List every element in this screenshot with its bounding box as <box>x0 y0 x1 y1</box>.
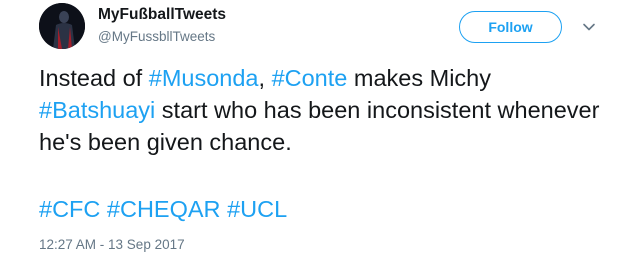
tweet-text: Instead of #Musonda, #Conte makes Michy … <box>39 62 619 158</box>
hashtag-link[interactable]: #CHEQAR <box>107 196 221 222</box>
hashtag-link[interactable]: #Batshuayi <box>39 97 155 123</box>
profile-photo-icon <box>39 3 85 49</box>
avatar[interactable] <box>39 3 85 49</box>
text-segment: makes Michy <box>347 65 491 91</box>
follow-button[interactable]: Follow <box>459 11 562 43</box>
author-name[interactable]: MyFußballTweets <box>98 6 226 24</box>
hashtag-link[interactable]: #CFC <box>39 196 100 222</box>
hashtag-link[interactable]: #Musonda <box>149 65 259 91</box>
timestamp[interactable]: 12:27 AM - 13 Sep 2017 <box>39 237 185 252</box>
hashtag-link[interactable]: #Conte <box>272 65 348 91</box>
text-segment: , <box>258 65 272 91</box>
tweet-card: MyFußballTweets @MyFussbllTweets Follow … <box>0 0 637 270</box>
hashtag-line: #CFC #CHEQAR #UCL <box>39 193 287 225</box>
text-segment: Instead of <box>39 65 149 91</box>
chevron-down-icon[interactable] <box>582 20 596 34</box>
author-handle[interactable]: @MyFussbllTweets <box>98 29 215 44</box>
hashtag-link[interactable]: #UCL <box>227 196 287 222</box>
